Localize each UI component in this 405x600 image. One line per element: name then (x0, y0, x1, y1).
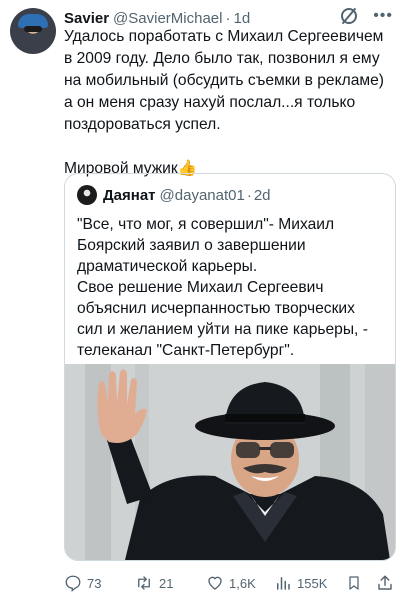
author-handle[interactable]: @SavierMichael (113, 10, 222, 27)
heart-icon (208, 576, 222, 590)
views-button[interactable]: 155K (274, 572, 327, 594)
retweet-button[interactable]: 21 (134, 572, 173, 594)
tweet-time[interactable]: 1d (233, 10, 250, 27)
retweet-count: 21 (159, 575, 174, 591)
bookmark-button[interactable] (346, 572, 362, 594)
separator-dot: · (246, 186, 252, 204)
views-icon (277, 577, 290, 590)
like-button[interactable]: 1,6K (206, 572, 256, 594)
header-icons: ••• (341, 8, 393, 24)
quoted-text: "Все, что мог, я совершил"- Михаил Боярс… (77, 216, 368, 359)
quoted-header: Даянат @dayanat01 · 2d (77, 185, 271, 205)
grok-icon[interactable] (341, 8, 358, 24)
quoted-author-name: Даянат (103, 186, 156, 204)
quoted-time: 2d (253, 186, 271, 204)
avatar[interactable] (10, 8, 56, 54)
separator-dot: · (225, 9, 231, 27)
share-button[interactable] (376, 572, 394, 594)
quoted-photo[interactable] (65, 364, 395, 560)
more-icon[interactable]: ••• (373, 8, 393, 24)
reply-icon (65, 575, 81, 592)
tweet-text: Удалось поработать с Михаил Сергеевичем … (64, 28, 384, 177)
reply-count: 73 (87, 575, 102, 591)
tweet-header: Savier @SavierMichael · 1d ••• (64, 8, 397, 28)
quoted-avatar (77, 185, 97, 205)
photo-illustration (65, 364, 395, 560)
bookmark-icon (349, 576, 359, 590)
like-count: 1,6K (229, 575, 256, 591)
quoted-tweet[interactable]: Даянат @dayanat01 · 2d "Все, что мог, я … (64, 173, 396, 561)
share-icon (378, 575, 392, 590)
retweet-icon (138, 576, 150, 590)
views-count: 155K (297, 575, 328, 591)
reply-button[interactable]: 73 (64, 572, 101, 594)
author-name[interactable]: Savier (64, 10, 109, 27)
action-bar: 73 21 1,6K 155K (64, 572, 400, 594)
quoted-author-handle: @dayanat01 (159, 186, 245, 204)
